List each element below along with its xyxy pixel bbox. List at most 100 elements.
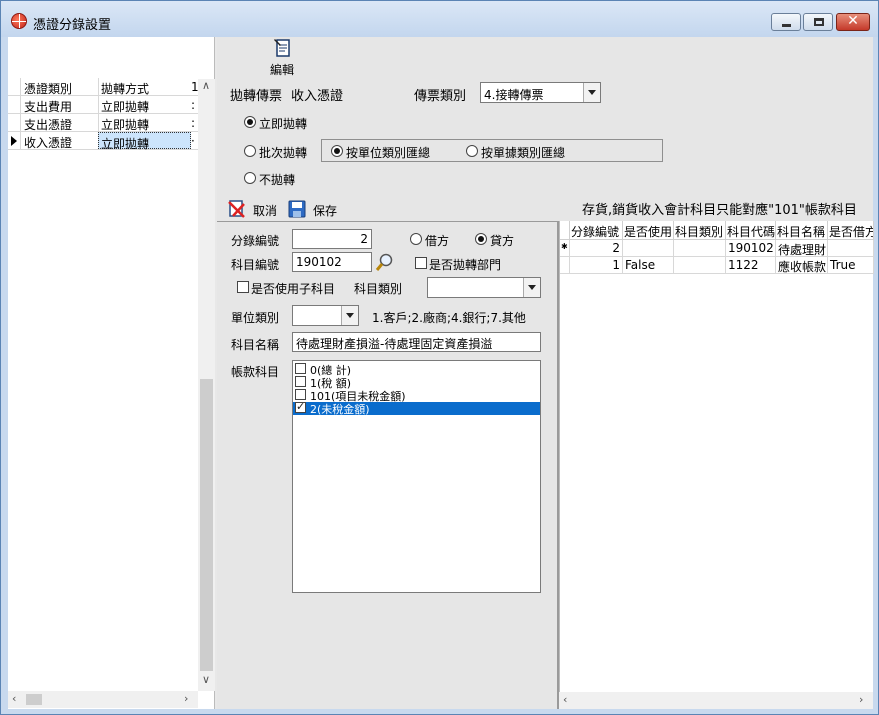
settings-panel: 編輯 拋轉傳票 收入憑證 傳票類別 4.接轉傳票 立即拋轉 批次拋轉 按單位類別…: [217, 37, 874, 709]
cell-entry-no[interactable]: 2: [570, 240, 623, 257]
chevron-down-icon[interactable]: [341, 306, 358, 325]
minimize-button[interactable]: [771, 13, 801, 31]
transfer-dept-label: 是否拋轉部門: [429, 258, 502, 272]
account-name-label: 科目名稱: [231, 338, 280, 352]
cell-extra: ·: [191, 134, 195, 148]
right-horizontal-scrollbar[interactable]: ‹ ›: [559, 692, 873, 709]
cell-account-name[interactable]: 待處理財: [776, 240, 828, 257]
col-header-voucher-type[interactable]: 憑證類別: [24, 80, 99, 97]
cell-account-name[interactable]: 應收帳款: [776, 257, 828, 274]
edit-icon[interactable]: [273, 38, 293, 58]
ticket-type-select[interactable]: 4.接轉傳票: [480, 82, 601, 103]
account-type-label: 科目類別: [354, 282, 403, 296]
cell-transfer-mode[interactable]: 立即拋轉: [98, 132, 191, 151]
scroll-left-icon[interactable]: ‹: [563, 693, 567, 706]
scroll-right-icon[interactable]: ›: [859, 693, 863, 706]
radio-none-label: 不拋轉: [259, 173, 296, 187]
col-header-in-use[interactable]: 是否使用: [623, 221, 674, 240]
cell-voucher-type[interactable]: 收入憑證: [24, 134, 99, 151]
use-sub-account-checkbox[interactable]: [237, 281, 249, 293]
cell-account-code[interactable]: 1122: [726, 257, 776, 274]
cell-entry-no[interactable]: 1: [570, 257, 623, 274]
cell-in-use[interactable]: [623, 240, 674, 257]
col-header-extra[interactable]: 1: [191, 80, 198, 94]
col-header-account-name[interactable]: 科目名稱: [776, 221, 828, 240]
col-header-transfer-mode[interactable]: 拋轉方式: [98, 78, 191, 96]
chevron-down-icon[interactable]: [583, 83, 600, 102]
use-sub-account-label: 是否使用子科目: [251, 282, 336, 296]
entry-no-label: 分錄編號: [231, 234, 280, 248]
entry-no-input[interactable]: 2: [292, 229, 372, 249]
voucher-type-grid: 憑證類別 拋轉方式 1 支出費用 立即拋轉 : 支出憑證 立即拋轉 : 收入憑證…: [8, 37, 215, 709]
col-header-account-category[interactable]: 科目類別: [674, 221, 726, 240]
save-icon[interactable]: [288, 200, 306, 218]
cell-account-category[interactable]: [674, 257, 726, 274]
entry-grid: 分錄編號 是否使用 科目類別 科目代碼 科目名稱 是否借方 ✱ 2 190102…: [559, 221, 874, 692]
radio-batch[interactable]: [244, 145, 256, 157]
account-type-select[interactable]: [427, 277, 541, 298]
account-no-input[interactable]: 190102: [292, 252, 372, 272]
cell-account-category[interactable]: [674, 240, 726, 257]
account-name-input[interactable]: 待處理財產損溢-待處理固定資產損溢: [292, 332, 541, 352]
scroll-right-icon[interactable]: ›: [184, 692, 188, 705]
radio-immediate-label: 立即拋轉: [259, 117, 308, 131]
app-globe-icon: [11, 13, 27, 29]
maximize-button[interactable]: [803, 13, 833, 31]
cell-in-use[interactable]: False: [623, 257, 674, 274]
radio-debit-label: 借方: [425, 234, 450, 248]
radio-none[interactable]: [244, 172, 256, 184]
voucher-value: 收入憑證: [291, 89, 344, 104]
chevron-down-icon[interactable]: [523, 278, 540, 297]
list-item-checkbox[interactable]: [295, 363, 306, 374]
col-header-account-code[interactable]: 科目代碼: [726, 221, 776, 240]
transfer-dept-checkbox[interactable]: [415, 257, 427, 269]
cell-is-debit[interactable]: True: [828, 257, 874, 274]
left-horizontal-scrollbar[interactable]: ‹ ›: [8, 691, 198, 708]
scroll-thumb[interactable]: [26, 694, 42, 705]
search-icon[interactable]: [375, 252, 395, 272]
radio-credit[interactable]: [475, 233, 487, 245]
cell-voucher-type[interactable]: 支出費用: [24, 98, 99, 115]
cell-voucher-type[interactable]: 支出憑證: [24, 116, 99, 133]
table-row[interactable]: 支出憑證 立即拋轉 :: [8, 114, 198, 132]
cancel-button[interactable]: 取消: [253, 202, 277, 219]
table-row-selected[interactable]: 收入憑證 立即拋轉 ·: [8, 132, 198, 151]
list-item-selected[interactable]: 2(未稅金額): [293, 400, 540, 416]
cell-transfer-mode[interactable]: 立即拋轉: [98, 114, 191, 132]
radio-debit[interactable]: [410, 233, 422, 245]
voucher-label: 拋轉傳票: [230, 89, 283, 104]
scroll-thumb[interactable]: [200, 379, 213, 671]
col-header-entry-no[interactable]: 分錄編號: [570, 221, 623, 240]
close-icon: ✕: [847, 13, 859, 29]
table-row[interactable]: 支出費用 立即拋轉 :: [8, 96, 198, 114]
maximize-icon: [814, 18, 824, 26]
cell-account-code[interactable]: 190102: [726, 240, 776, 257]
col-header-is-debit[interactable]: 是否借方: [828, 221, 874, 240]
save-button[interactable]: 保存: [313, 202, 337, 219]
radio-by-unit[interactable]: [331, 145, 343, 157]
close-button[interactable]: ✕: [836, 13, 870, 31]
cell-transfer-mode[interactable]: 立即拋轉: [98, 96, 191, 114]
scroll-up-icon[interactable]: ∧: [202, 79, 210, 92]
main-window: 憑證分錄設置 ✕ 憑證類別 拋轉方式 1 支出費用 立即拋轉 : 支出憑證 立即…: [0, 0, 879, 715]
title-bar[interactable]: 憑證分錄設置 ✕: [1, 1, 878, 37]
minimize-icon: [782, 24, 791, 27]
cell-is-debit[interactable]: [828, 240, 874, 257]
account-notice: 存貨,銷貨收入會計科目只能對應"101"帳款科目: [582, 203, 857, 218]
list-item-checkbox[interactable]: [295, 400, 306, 413]
ledger-checklist[interactable]: 0(總 計) 1(稅 額) 101(項目未稅金額) 2(未稅金額): [292, 360, 541, 593]
scroll-down-icon[interactable]: ∨: [202, 673, 210, 686]
radio-by-unit-label: 按單位類別匯總: [346, 146, 431, 160]
radio-by-doc[interactable]: [466, 145, 478, 157]
radio-immediate[interactable]: [244, 116, 256, 128]
edit-button[interactable]: 編輯: [270, 61, 294, 78]
account-no-label: 科目編號: [231, 258, 280, 272]
scroll-left-icon[interactable]: ‹: [12, 692, 16, 705]
left-vertical-scrollbar[interactable]: ∧ ∨: [198, 79, 215, 691]
cancel-icon[interactable]: [227, 199, 247, 219]
row-pointer-icon: [11, 136, 17, 146]
unit-type-select[interactable]: [292, 305, 359, 326]
list-item-checkbox[interactable]: [295, 389, 306, 400]
list-item-checkbox[interactable]: [295, 376, 306, 387]
radio-credit-label: 貸方: [490, 234, 515, 248]
